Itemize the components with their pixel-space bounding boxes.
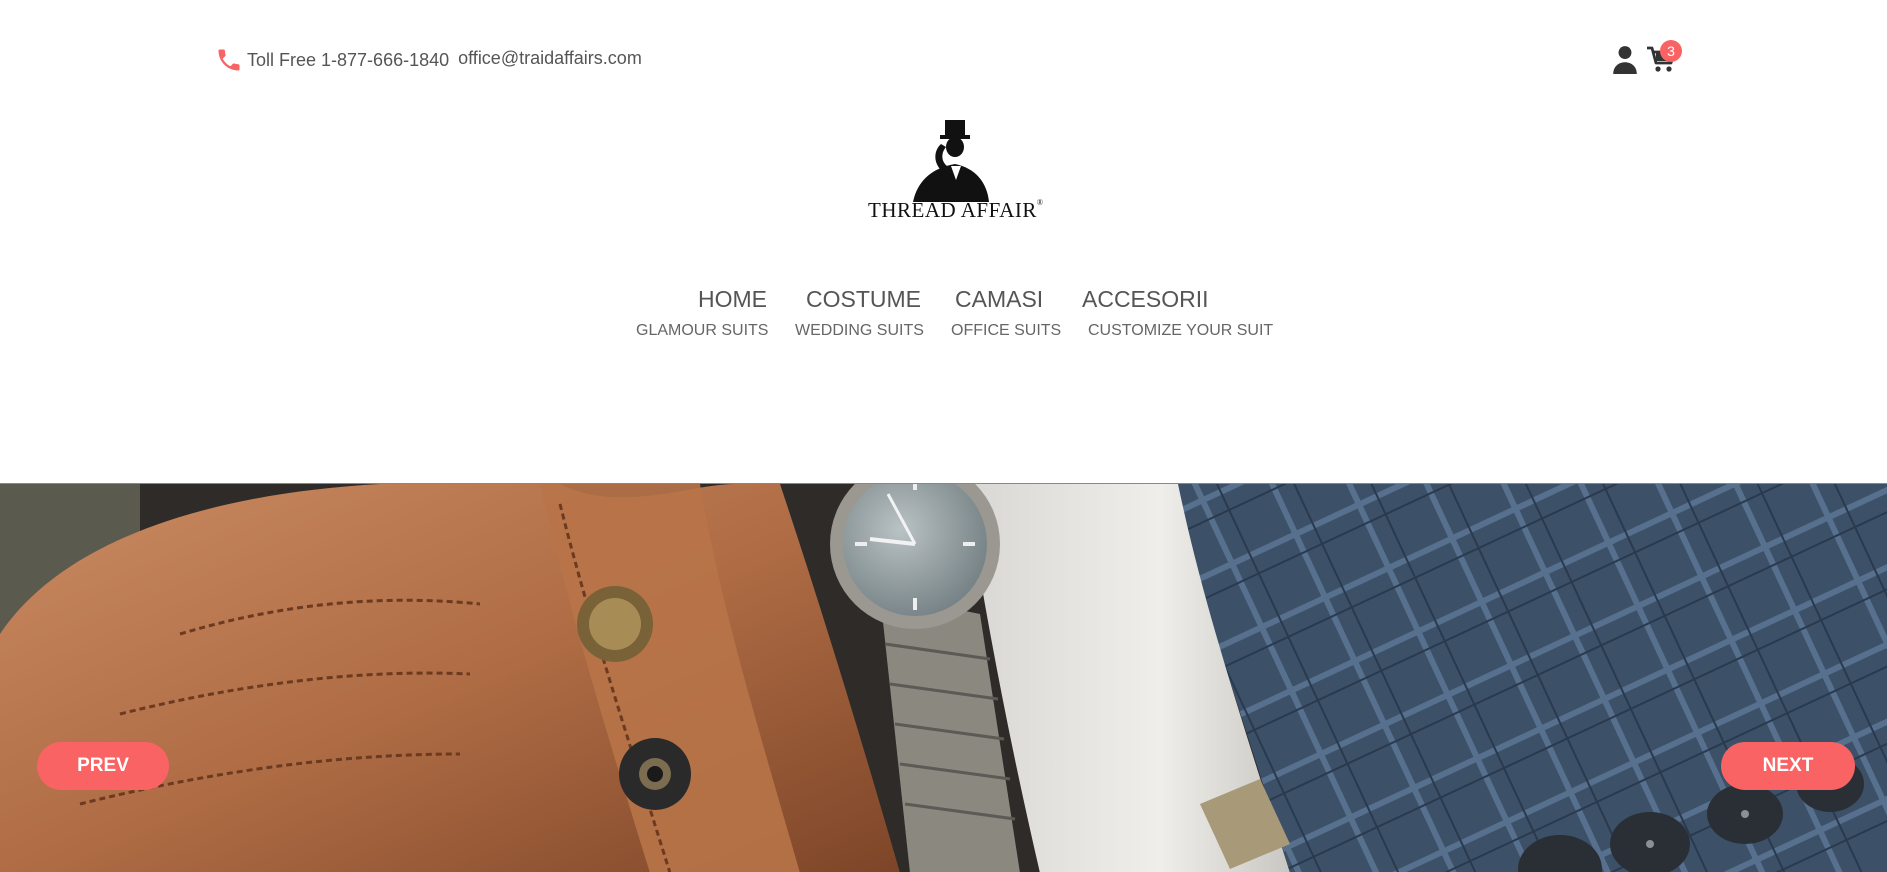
cart-count-badge: 3 bbox=[1660, 40, 1682, 62]
nav-home[interactable]: HOME bbox=[698, 286, 767, 313]
nav-customize-your-suit[interactable]: CUSTOMIZE YOUR SUIT bbox=[1088, 322, 1273, 340]
main-nav: HOME COSTUME CAMASI ACCESORII GLAMOUR SU… bbox=[0, 286, 1887, 356]
phone-contact[interactable]: Toll Free 1-877-666-1840 bbox=[215, 46, 449, 74]
hero-slider bbox=[0, 483, 1887, 872]
next-button[interactable]: NEXT bbox=[1721, 742, 1855, 790]
phone-icon bbox=[218, 49, 240, 71]
cart-button[interactable]: 3 bbox=[1646, 40, 1682, 73]
user-icon bbox=[1613, 46, 1637, 74]
site-logo[interactable]: THREAD AFFAIR® bbox=[868, 118, 1043, 228]
nav-office-suits[interactable]: OFFICE SUITS bbox=[951, 322, 1061, 340]
prev-button[interactable]: PREV bbox=[37, 742, 169, 790]
registered-mark: ® bbox=[1036, 198, 1044, 207]
phone-number: Toll Free 1-877-666-1840 bbox=[247, 49, 450, 70]
nav-glamour-suits[interactable]: GLAMOUR SUITS bbox=[636, 322, 768, 340]
nav-accesorii[interactable]: ACCESORII bbox=[1082, 286, 1209, 313]
nav-camasi[interactable]: CAMASI bbox=[955, 286, 1043, 313]
nav-wedding-suits[interactable]: WEDDING SUITS bbox=[795, 322, 924, 340]
hero-image bbox=[0, 484, 1887, 872]
contact-bar: Toll Free 1-877-666-1840 office@traidaff… bbox=[215, 46, 642, 74]
logo-text: THREAD AFFAIR bbox=[868, 198, 1037, 222]
user-actions: 3 bbox=[1612, 40, 1682, 74]
email-link[interactable]: office@traidaffairs.com bbox=[458, 48, 642, 69]
account-button[interactable] bbox=[1612, 44, 1638, 74]
gentleman-logo-icon bbox=[913, 120, 989, 202]
nav-costume[interactable]: COSTUME bbox=[806, 286, 921, 313]
